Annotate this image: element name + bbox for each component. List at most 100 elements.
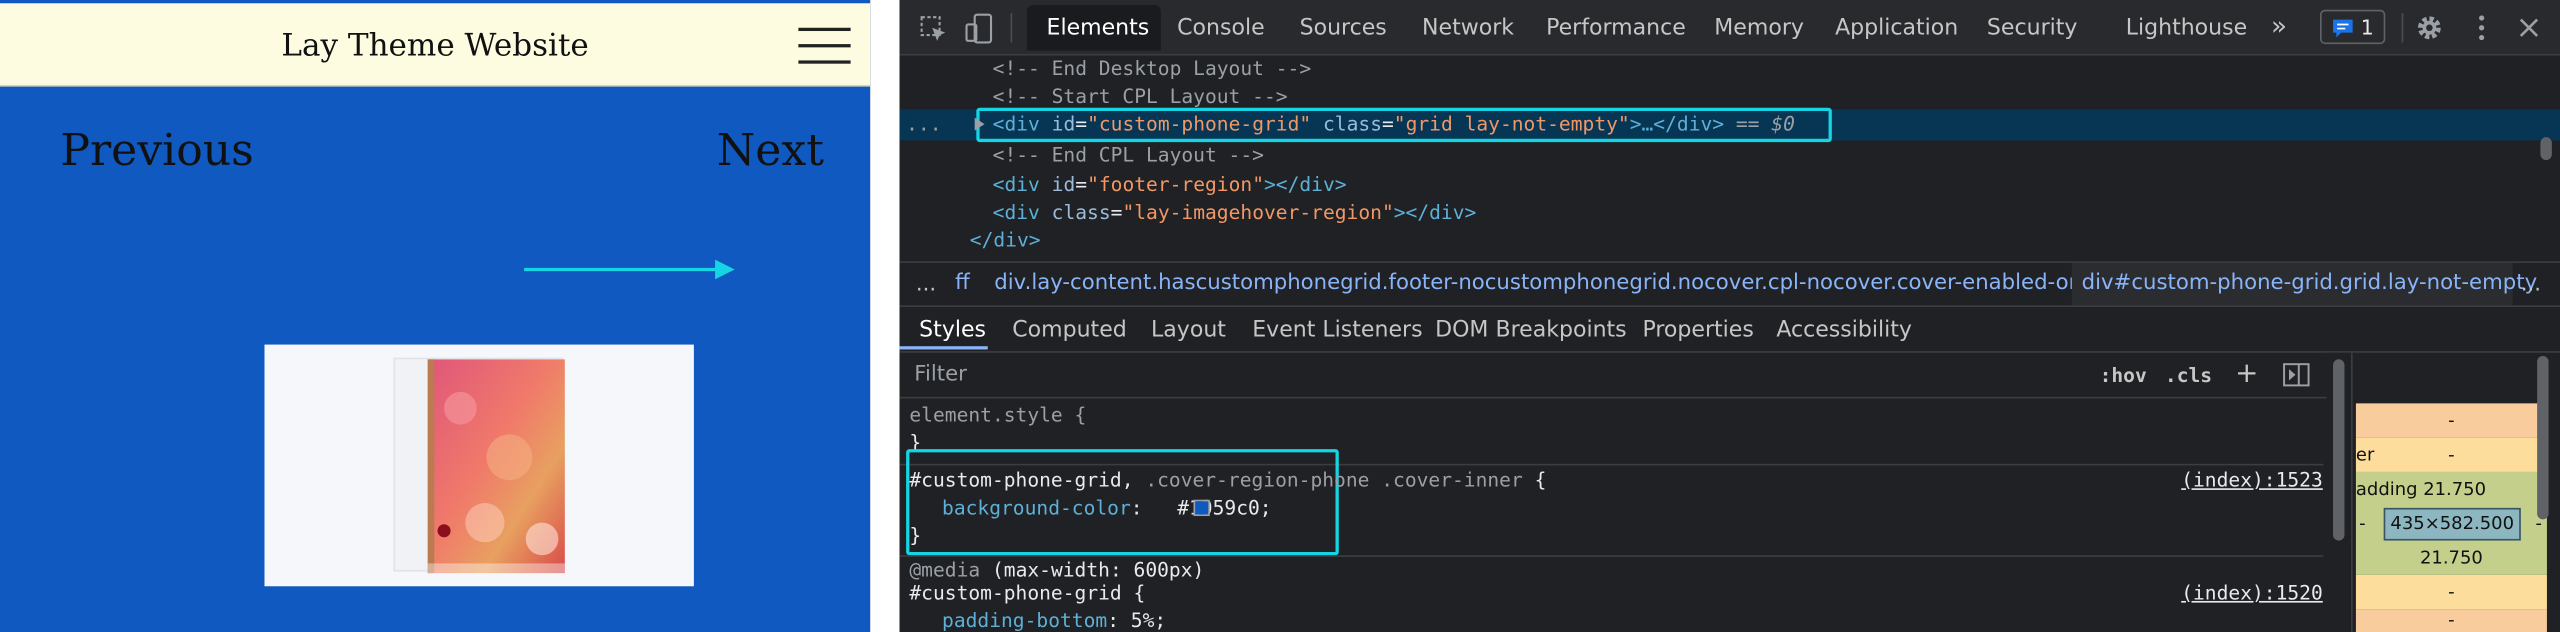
box-label: er bbox=[2355, 444, 2375, 466]
breadcrumb: ... ff div.lay-content.hascustomphonegri… bbox=[899, 261, 2560, 308]
media-query[interactable]: @media (max-width: 600px) bbox=[909, 559, 1204, 582]
css-value[interactable]: #1059c0 bbox=[1177, 496, 1260, 519]
styles-filter-bar: Filter :hov .cls + bbox=[899, 353, 2337, 399]
tab-sources[interactable]: Sources bbox=[1300, 15, 1387, 41]
filter-input[interactable]: Filter bbox=[914, 363, 967, 387]
devtools-toolbar: Elements Console Sources Network Perform… bbox=[899, 0, 2560, 56]
box-model-border[interactable]: er - bbox=[2355, 437, 2547, 472]
subtab-styles[interactable]: Styles bbox=[919, 317, 986, 343]
expand-triangle-icon[interactable] bbox=[974, 117, 985, 131]
hamburger-menu-icon[interactable] bbox=[798, 27, 851, 64]
rule-custom-phone-grid-2[interactable]: #custom-phone-grid { bbox=[909, 581, 1145, 604]
cls-button[interactable]: .cls bbox=[2165, 364, 2212, 387]
next-link[interactable]: Next bbox=[717, 126, 824, 177]
dom-tag-close: ></div> bbox=[1264, 173, 1347, 196]
more-tabs-chevron-icon[interactable]: » bbox=[2271, 10, 2287, 41]
subtab-computed[interactable]: Computed bbox=[1012, 317, 1127, 343]
dom-tag: <div bbox=[992, 112, 1040, 136]
issues-count: 1 bbox=[2360, 14, 2374, 40]
box-value: - bbox=[2448, 581, 2455, 603]
breadcrumb-ellipsis[interactable]: ... bbox=[916, 273, 936, 297]
tab-performance[interactable]: Performance bbox=[1546, 15, 1686, 41]
breadcrumb-item-lay-content[interactable]: div.lay-content.hascustomphonegrid.foote… bbox=[994, 271, 2156, 295]
breadcrumb-ff[interactable]: ff bbox=[955, 271, 970, 295]
dom-row-dots[interactable]: ... bbox=[906, 113, 941, 136]
dom-scrollbar[interactable] bbox=[2539, 65, 2552, 245]
box-model-margin-bottom[interactable]: - bbox=[2355, 609, 2547, 632]
styles-scroll-thumb[interactable] bbox=[2333, 359, 2345, 541]
pane-divider bbox=[2351, 352, 2353, 632]
tab-lighthouse[interactable]: Lighthouse bbox=[2126, 15, 2247, 41]
dom-tag: <div bbox=[992, 173, 1040, 196]
tab-memory[interactable]: Memory bbox=[1714, 15, 1804, 41]
rule-element-style[interactable]: element.style { bbox=[909, 403, 1086, 426]
rule-custom-phone-grid-selector[interactable]: #custom-phone-grid, .cover-region-phone … bbox=[909, 469, 1546, 492]
site-header: Lay Theme Website bbox=[0, 3, 871, 87]
new-rule-plus-icon[interactable]: + bbox=[2235, 358, 2258, 391]
panel-gap bbox=[870, 0, 900, 632]
painting-image[interactable] bbox=[393, 357, 565, 574]
breadcrumb-more[interactable]: ... bbox=[2521, 273, 2541, 297]
rule-source-link[interactable]: (index):1523 bbox=[2181, 469, 2323, 492]
kebab-menu-icon[interactable] bbox=[2467, 13, 2496, 42]
close-devtools-icon[interactable] bbox=[2516, 15, 2542, 41]
selector-match: #custom-phone-grid, bbox=[909, 468, 1134, 492]
subtab-properties[interactable]: Properties bbox=[1642, 317, 1753, 343]
box-value: - bbox=[2448, 609, 2455, 631]
color-swatch[interactable] bbox=[1193, 499, 1210, 517]
dom-scroll-thumb[interactable] bbox=[2540, 137, 2552, 161]
box-model-padding[interactable]: adding 21.750 - 435×582.500 - 21.750 bbox=[2355, 471, 2547, 575]
inspect-element-icon[interactable] bbox=[919, 15, 948, 44]
active-subtab-underline bbox=[899, 346, 988, 350]
subtab-layout[interactable]: Layout bbox=[1151, 317, 1226, 343]
toolbar-divider-2 bbox=[2401, 13, 2404, 43]
box-label: adding 21.750 bbox=[2355, 478, 2487, 500]
dom-attr-name: id bbox=[1051, 112, 1076, 136]
tab-network[interactable]: Network bbox=[1422, 15, 1514, 41]
box-model-border-bottom[interactable]: - bbox=[2355, 574, 2547, 610]
css-declaration-background-color[interactable]: background-color: #1059c0; bbox=[942, 496, 1272, 519]
box-value: - bbox=[2359, 512, 2366, 535]
box-model-margin[interactable]: - bbox=[2355, 403, 2547, 438]
tab-application[interactable]: Application bbox=[1835, 15, 1958, 41]
tab-elements[interactable]: Elements bbox=[1047, 15, 1150, 41]
rule-separator-2 bbox=[899, 555, 2324, 557]
rule-source-link-2[interactable]: (index):1520 bbox=[2181, 581, 2323, 604]
box-model-scroll-thumb[interactable] bbox=[2537, 356, 2549, 520]
media-keyword: @media bbox=[909, 558, 981, 582]
tab-security[interactable]: Security bbox=[1987, 15, 2078, 41]
dom-node-custom-phone-grid[interactable]: <div id="custom-phone-grid" class="grid … bbox=[993, 113, 1795, 136]
dom-attr-value: "grid lay-not-empty" bbox=[1393, 112, 1630, 136]
settings-gear-icon[interactable] bbox=[2415, 13, 2444, 42]
color-swatch-fill bbox=[1195, 501, 1209, 515]
dom-eq-ref: == $0 bbox=[1735, 112, 1795, 136]
box-model-diagram: - er - adding 21.750 - 435×582.500 - 21.7… bbox=[2355, 398, 2547, 632]
dom-attr-value: "lay-imagehover-region" bbox=[1122, 200, 1394, 224]
breadcrumb-item-current[interactable]: div#custom-phone-grid.grid.lay-not-empty bbox=[2082, 271, 2538, 295]
site-title[interactable]: Lay Theme Website bbox=[0, 28, 870, 64]
dom-node-imagehover-region[interactable]: <div class="lay-imagehover-region"></div… bbox=[993, 201, 1477, 224]
toggle-sidebar-icon[interactable] bbox=[2282, 363, 2310, 387]
tab-console[interactable]: Console bbox=[1177, 15, 1264, 41]
css-declaration-padding-bottom[interactable]: padding-bottom: 5%; bbox=[942, 609, 1166, 632]
subtab-dom-breakpoints[interactable]: DOM Breakpoints bbox=[1435, 317, 1627, 343]
dom-comment-end-cpl[interactable]: <!-- End CPL Layout --> bbox=[993, 144, 1264, 167]
previous-link[interactable]: Previous bbox=[60, 126, 253, 177]
dom-tag-close: >…</div> bbox=[1629, 112, 1725, 136]
dom-node-footer-region[interactable]: <div id="footer-region"></div> bbox=[993, 173, 1347, 196]
box-model-content[interactable]: 435×582.500 bbox=[2383, 507, 2521, 541]
dom-comment-start-cpl[interactable]: <!-- Start CPL Layout --> bbox=[993, 85, 1288, 108]
rule-open-brace: { bbox=[1534, 468, 1547, 492]
device-toolbar-icon[interactable] bbox=[965, 13, 994, 46]
subtab-accessibility[interactable]: Accessibility bbox=[1776, 317, 1912, 343]
box-value: - bbox=[2448, 444, 2455, 466]
hov-button[interactable]: :hov bbox=[2100, 364, 2147, 387]
issues-badge[interactable]: 1 bbox=[2319, 9, 2386, 45]
box-value: 21.750 bbox=[2419, 547, 2483, 569]
dom-attr-value: "custom-phone-grid" bbox=[1087, 112, 1312, 136]
dom-comment-end-desktop[interactable]: <!-- End Desktop Layout --> bbox=[993, 57, 1311, 80]
subtab-event-listeners[interactable]: Event Listeners bbox=[1252, 317, 1422, 343]
message-icon bbox=[2333, 19, 2353, 38]
dom-close-div[interactable]: </div> bbox=[970, 229, 1041, 252]
phone-preview: Lay Theme Website Previous Next bbox=[0, 0, 871, 632]
